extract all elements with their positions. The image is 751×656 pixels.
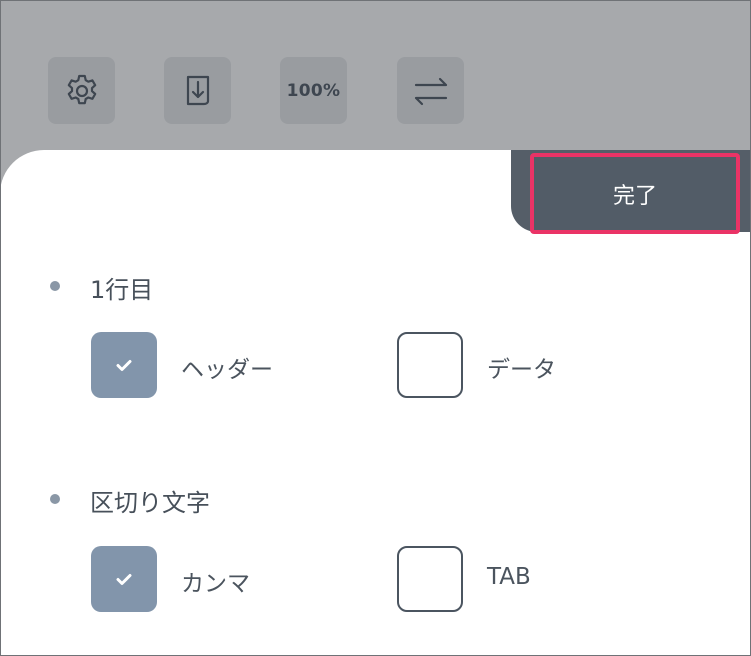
toolbar: 100% (0, 0, 751, 160)
checkbox-data[interactable] (397, 332, 463, 398)
settings-button[interactable] (48, 57, 115, 124)
zoom-button[interactable]: 100% (280, 57, 347, 124)
gear-icon (67, 74, 96, 104)
section-title-first-row: 1行目 (90, 276, 154, 304)
import-button[interactable] (164, 57, 231, 124)
section-title-delimiter: 区切り文字 (90, 489, 210, 517)
option-label-tab: TAB (487, 564, 531, 590)
done-button[interactable]: 完了 (530, 153, 740, 234)
option-label-data: データ (487, 357, 556, 383)
section-bullet (50, 281, 60, 291)
check-icon (116, 574, 132, 585)
checkbox-comma[interactable] (91, 546, 157, 612)
check-icon (116, 360, 132, 371)
checkbox-header[interactable] (91, 332, 157, 398)
option-label-header: ヘッダー (181, 357, 273, 383)
swap-arrows-icon (414, 77, 447, 105)
download-document-icon (186, 75, 209, 105)
zoom-level: 100% (286, 80, 341, 101)
section-bullet (50, 494, 60, 504)
option-label-comma: カンマ (181, 571, 250, 597)
checkbox-tab[interactable] (397, 546, 463, 612)
swap-button[interactable] (397, 57, 464, 124)
